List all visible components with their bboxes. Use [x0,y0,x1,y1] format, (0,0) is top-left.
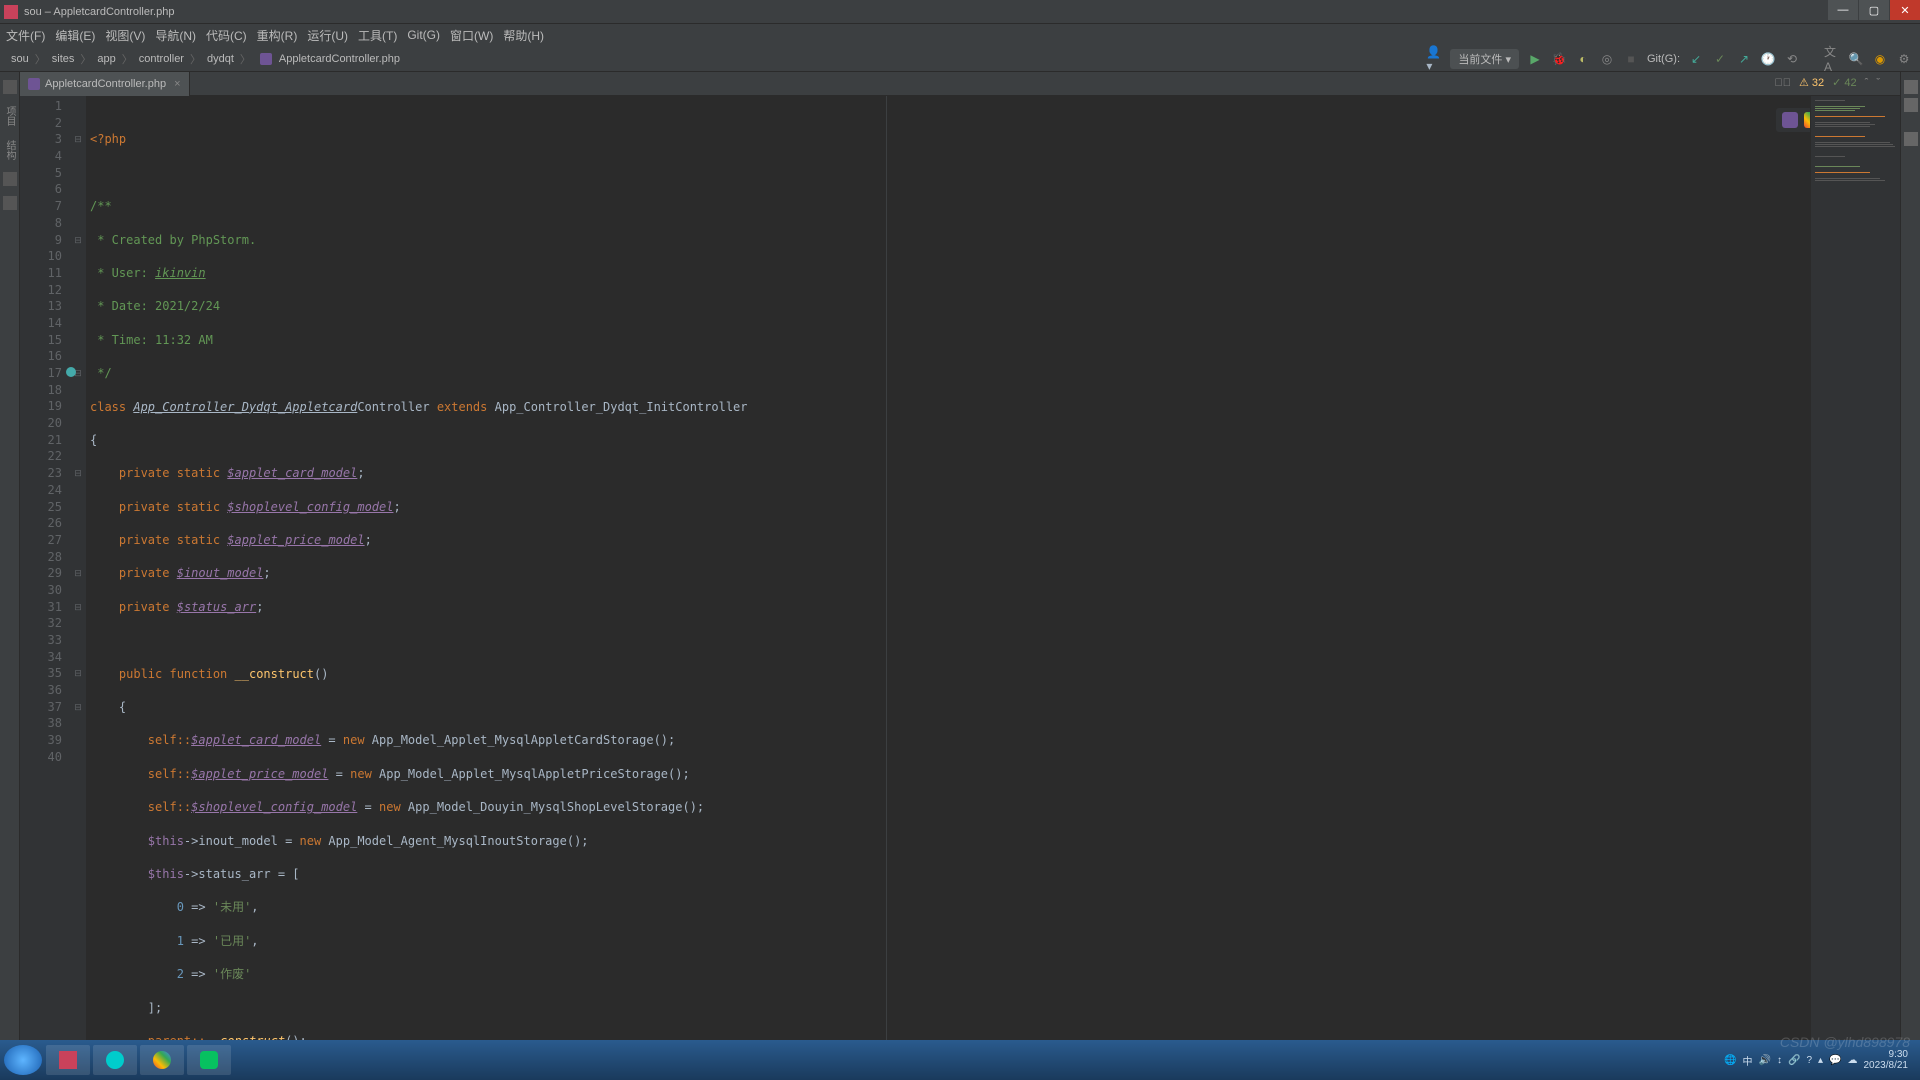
menu-window[interactable]: 窗口(W) [450,27,493,44]
typo-count[interactable]: ✓ 42 [1832,76,1857,89]
git-history-icon[interactable]: 🕐 [1760,51,1776,67]
menu-navigate[interactable]: 导航(N) [155,27,196,44]
tray-link[interactable]: 🔗 [1788,1055,1800,1066]
run-button[interactable]: ▶ [1527,51,1543,67]
line-numbers: 1234567891011121314151617181920212223242… [20,96,70,1040]
more-tool-icon[interactable] [1904,132,1918,146]
tray-app[interactable]: ☁ [1848,1055,1858,1066]
editor-content[interactable]: 1234567891011121314151617181920212223242… [20,96,1900,1040]
locale-icon[interactable]: 文A [1824,51,1840,67]
taskbar-chrome[interactable] [140,1045,184,1075]
navbar: sou〉 sites〉 app〉 controller〉 dydqt〉 Appl… [0,46,1920,72]
search-icon[interactable]: 🔍 [1848,51,1864,67]
nav-down-icon[interactable]: ˇ [1876,77,1880,89]
stop-icon[interactable]: ■ [1623,51,1639,67]
project-tool-icon[interactable] [3,80,17,94]
windows-taskbar: 🌐 中 🔊 ↕ 🔗 ? ▴ 💬 ☁ 9:30 2023/8/21 [0,1040,1920,1080]
php-file-icon [28,78,40,90]
crumb-file[interactable]: AppletcardController.php [279,53,400,65]
eye-icon[interactable]: 👁⃠ [1774,77,1791,89]
csdn-watermark: CSDN @ylhd898978 [1780,1034,1910,1050]
menu-file[interactable]: 文件(F) [6,27,45,44]
favorites-tool-icon[interactable] [3,196,17,210]
profile-icon[interactable]: ◎ [1599,51,1615,67]
git-push-icon[interactable]: ↗ [1736,51,1752,67]
crumb-controller[interactable]: controller [139,53,184,65]
tray-net[interactable]: ↕ [1777,1055,1782,1066]
tab-filename: AppletcardController.php [45,78,166,90]
menu-help[interactable]: 帮助(H) [503,27,544,44]
git-commit-icon[interactable]: ✓ [1712,51,1728,67]
menu-view[interactable]: 视图(V) [105,27,145,44]
file-tab[interactable]: AppletcardController.php × [20,72,190,96]
database-tool-icon[interactable] [1904,80,1918,94]
menu-tools[interactable]: 工具(T) [358,27,397,44]
editor-area: AppletcardController.php × 👁⃠ ⚠ 32 ✓ 42 … [20,72,1900,1040]
minimize-button[interactable]: — [1828,0,1858,20]
system-tray: 🌐 中 🔊 ↕ 🔗 ? ▴ 💬 ☁ 9:30 2023/8/21 [1724,1049,1916,1071]
close-tab-icon[interactable]: × [174,78,180,90]
margin-line [886,96,887,1040]
crumb-app[interactable]: app [97,53,115,65]
editor-tabs: AppletcardController.php × [20,72,1900,96]
coverage-icon[interactable]: ◐ [1575,51,1591,67]
right-tool-sidebar [1900,72,1920,1040]
php-file-icon [260,53,272,65]
settings-icon[interactable]: ⚙ [1896,51,1912,67]
menu-edit[interactable]: 编辑(E) [55,27,95,44]
crumb-sites[interactable]: sites [52,53,75,65]
git-pull-icon[interactable]: ↙ [1688,51,1704,67]
warnings-count[interactable]: ⚠ 32 [1799,76,1824,89]
sidebar-project[interactable]: 项目 [0,100,19,132]
git-revert-icon[interactable]: ⟲ [1784,51,1800,67]
maximize-button[interactable]: ▢ [1859,0,1889,20]
inspection-bar: 👁⃠ ⚠ 32 ✓ 42 ˆ ˇ [1774,76,1880,89]
crumb-root[interactable]: sou [11,53,29,65]
left-tool-sidebar: 项目 结构 [0,72,20,1040]
settings-help-icon[interactable]: ◉ [1872,51,1888,67]
tray-more[interactable]: ▴ [1818,1055,1823,1066]
breadcrumb: sou〉 sites〉 app〉 controller〉 dydqt〉 Appl… [8,51,1426,67]
window-title: sou – AppletcardController.php [24,6,1916,18]
tray-wechat[interactable]: 💬 [1829,1055,1841,1066]
tray-volume[interactable]: 🔊 [1759,1055,1771,1066]
git-label: Git(G): [1647,53,1680,65]
minimap[interactable] [1810,96,1900,1040]
sidebar-structure[interactable]: 结构 [0,134,19,166]
taskbar-app1[interactable] [93,1045,137,1075]
code-editor[interactable]: <?php /** * Created by PhpStorm. * User:… [86,96,1810,1040]
tray-icon[interactable]: 🌐 [1724,1055,1736,1066]
menubar: 文件(F) 编辑(E) 视图(V) 导航(N) 代码(C) 重构(R) 运行(U… [0,24,1920,46]
nav-up-icon[interactable]: ˆ [1865,77,1869,89]
fold-gutter: ⊟⊟⊟⊟⊟⊟⊟⊟ [70,96,86,1040]
close-button[interactable]: ✕ [1890,0,1920,20]
remote-tool-icon[interactable] [1904,98,1918,112]
menu-git[interactable]: Git(G) [407,28,440,42]
crumb-dydqt[interactable]: dydqt [207,53,234,65]
titlebar: sou – AppletcardController.php — ▢ ✕ [0,0,1920,24]
tray-clock[interactable]: 9:30 2023/8/21 [1864,1049,1909,1071]
user-icon[interactable]: 👤▾ [1426,51,1442,67]
tray-help[interactable]: ? [1806,1055,1812,1066]
taskbar-phpstorm[interactable] [46,1045,90,1075]
menu-code[interactable]: 代码(C) [206,27,247,44]
commit-tool-icon[interactable] [3,172,17,186]
debug-button[interactable]: 🐞 [1551,51,1567,67]
start-button[interactable] [4,1045,42,1075]
app-icon [4,5,18,19]
menu-refactor[interactable]: 重构(R) [257,27,298,44]
tray-ime[interactable]: 中 [1743,1053,1753,1068]
menu-run[interactable]: 运行(U) [307,27,348,44]
run-config-dropdown[interactable]: 当前文件 ▾ [1450,49,1519,69]
taskbar-wechat[interactable] [187,1045,231,1075]
